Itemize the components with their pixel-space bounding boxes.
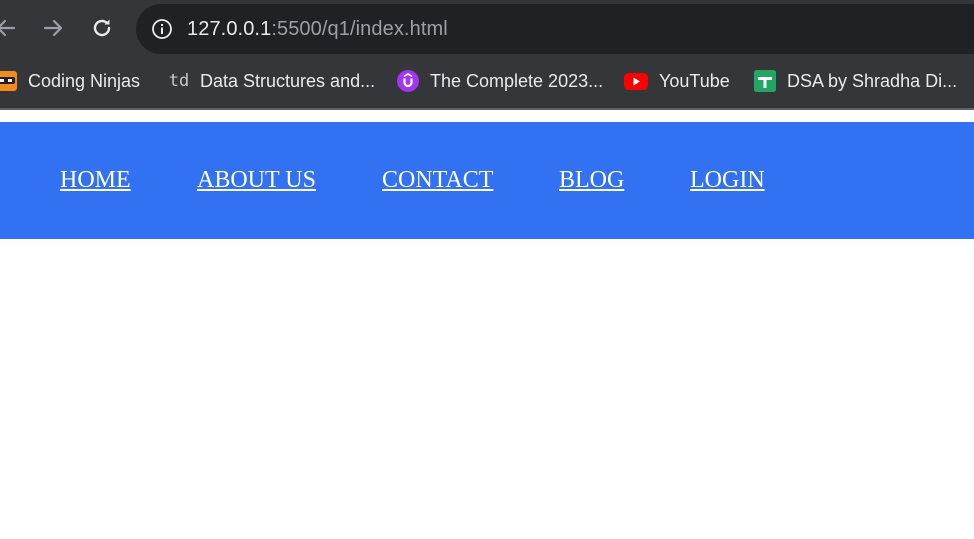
forward-button[interactable] [39,14,67,42]
google-sheets-icon [754,70,776,92]
bookmark-youtube[interactable]: YouTube [623,68,730,94]
nav-link-home[interactable]: HOME [60,166,131,194]
td-icon: td [168,71,190,91]
url-host: 127.0.0.1 [187,18,272,40]
bookmark-the-complete-2023[interactable]: The Complete 2023... [396,68,603,94]
udemy-icon [397,70,419,92]
bookmark-coding-ninjas[interactable]: Coding Ninjas [0,68,140,94]
url-text[interactable]: 127.0.0.1:5500/q1/index.html [187,17,448,41]
page-content: HOME ABOUT US CONTACT BLOG LOGIN [0,110,974,539]
bookmarks-bar: Coding Ninjas td Data Structures and... … [0,60,974,102]
info-icon[interactable] [151,18,173,40]
nav-link-login[interactable]: LOGIN [690,166,765,194]
youtube-icon [624,73,648,90]
bookmark-dsa-by-shradha[interactable]: DSA by Shradha Di... [753,68,957,94]
bookmark-label: The Complete 2023... [430,71,604,91]
bookmark-label: Data Structures and... [200,71,376,91]
reload-icon [93,19,111,37]
address-bar[interactable]: 127.0.0.1:5500/q1/index.html [136,4,974,54]
nav-link-contact[interactable]: CONTACT [382,166,493,194]
nav-link-blog[interactable]: BLOG [559,166,624,194]
site-navbar: HOME ABOUT US CONTACT BLOG LOGIN [0,122,974,239]
bookmark-label: DSA by Shradha Di... [787,71,958,91]
back-button[interactable] [0,14,20,42]
arrow-right-icon [43,19,63,37]
bookmark-data-structures[interactable]: td Data Structures and... [168,68,375,94]
coding-ninjas-icon [0,71,17,91]
browser-chrome: 127.0.0.1:5500/q1/index.html Coding Ninj… [0,0,974,110]
browser-toolbar: 127.0.0.1:5500/q1/index.html [0,0,974,58]
arrow-left-icon [0,19,16,37]
reload-button[interactable] [88,14,116,42]
nav-link-about-us[interactable]: ABOUT US [197,166,316,194]
url-path: :5500/q1/index.html [271,18,448,40]
bookmark-label: YouTube [659,71,730,91]
bookmark-label: Coding Ninjas [28,71,141,91]
